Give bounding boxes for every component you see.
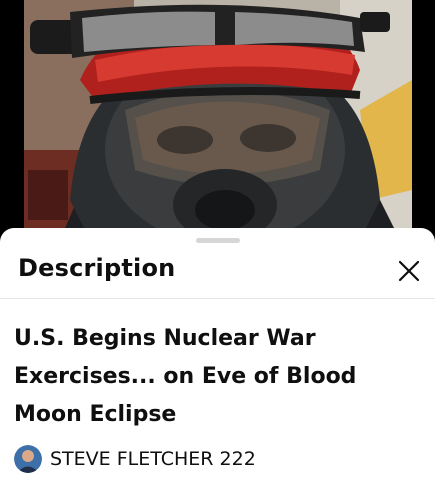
- avatar-image: [14, 445, 42, 473]
- divider: [0, 298, 435, 299]
- channel-avatar[interactable]: [14, 445, 42, 473]
- description-sheet: Description U.S. Begins Nuclear War Exer…: [0, 228, 435, 500]
- close-button[interactable]: [392, 254, 426, 288]
- channel-row[interactable]: STEVE FLETCHER 222: [14, 444, 256, 474]
- description-screen: Description U.S. Begins Nuclear War Exer…: [0, 0, 435, 500]
- video-title: U.S. Begins Nuclear War Exercises... on …: [14, 326, 357, 427]
- sheet-header: Description: [0, 246, 435, 298]
- gas-mask-image: [0, 0, 435, 240]
- sheet-title: Description: [18, 254, 176, 282]
- close-icon: [398, 260, 420, 282]
- drag-handle[interactable]: [196, 238, 240, 243]
- video-player[interactable]: [0, 0, 435, 240]
- channel-name[interactable]: STEVE FLETCHER 222: [50, 448, 256, 470]
